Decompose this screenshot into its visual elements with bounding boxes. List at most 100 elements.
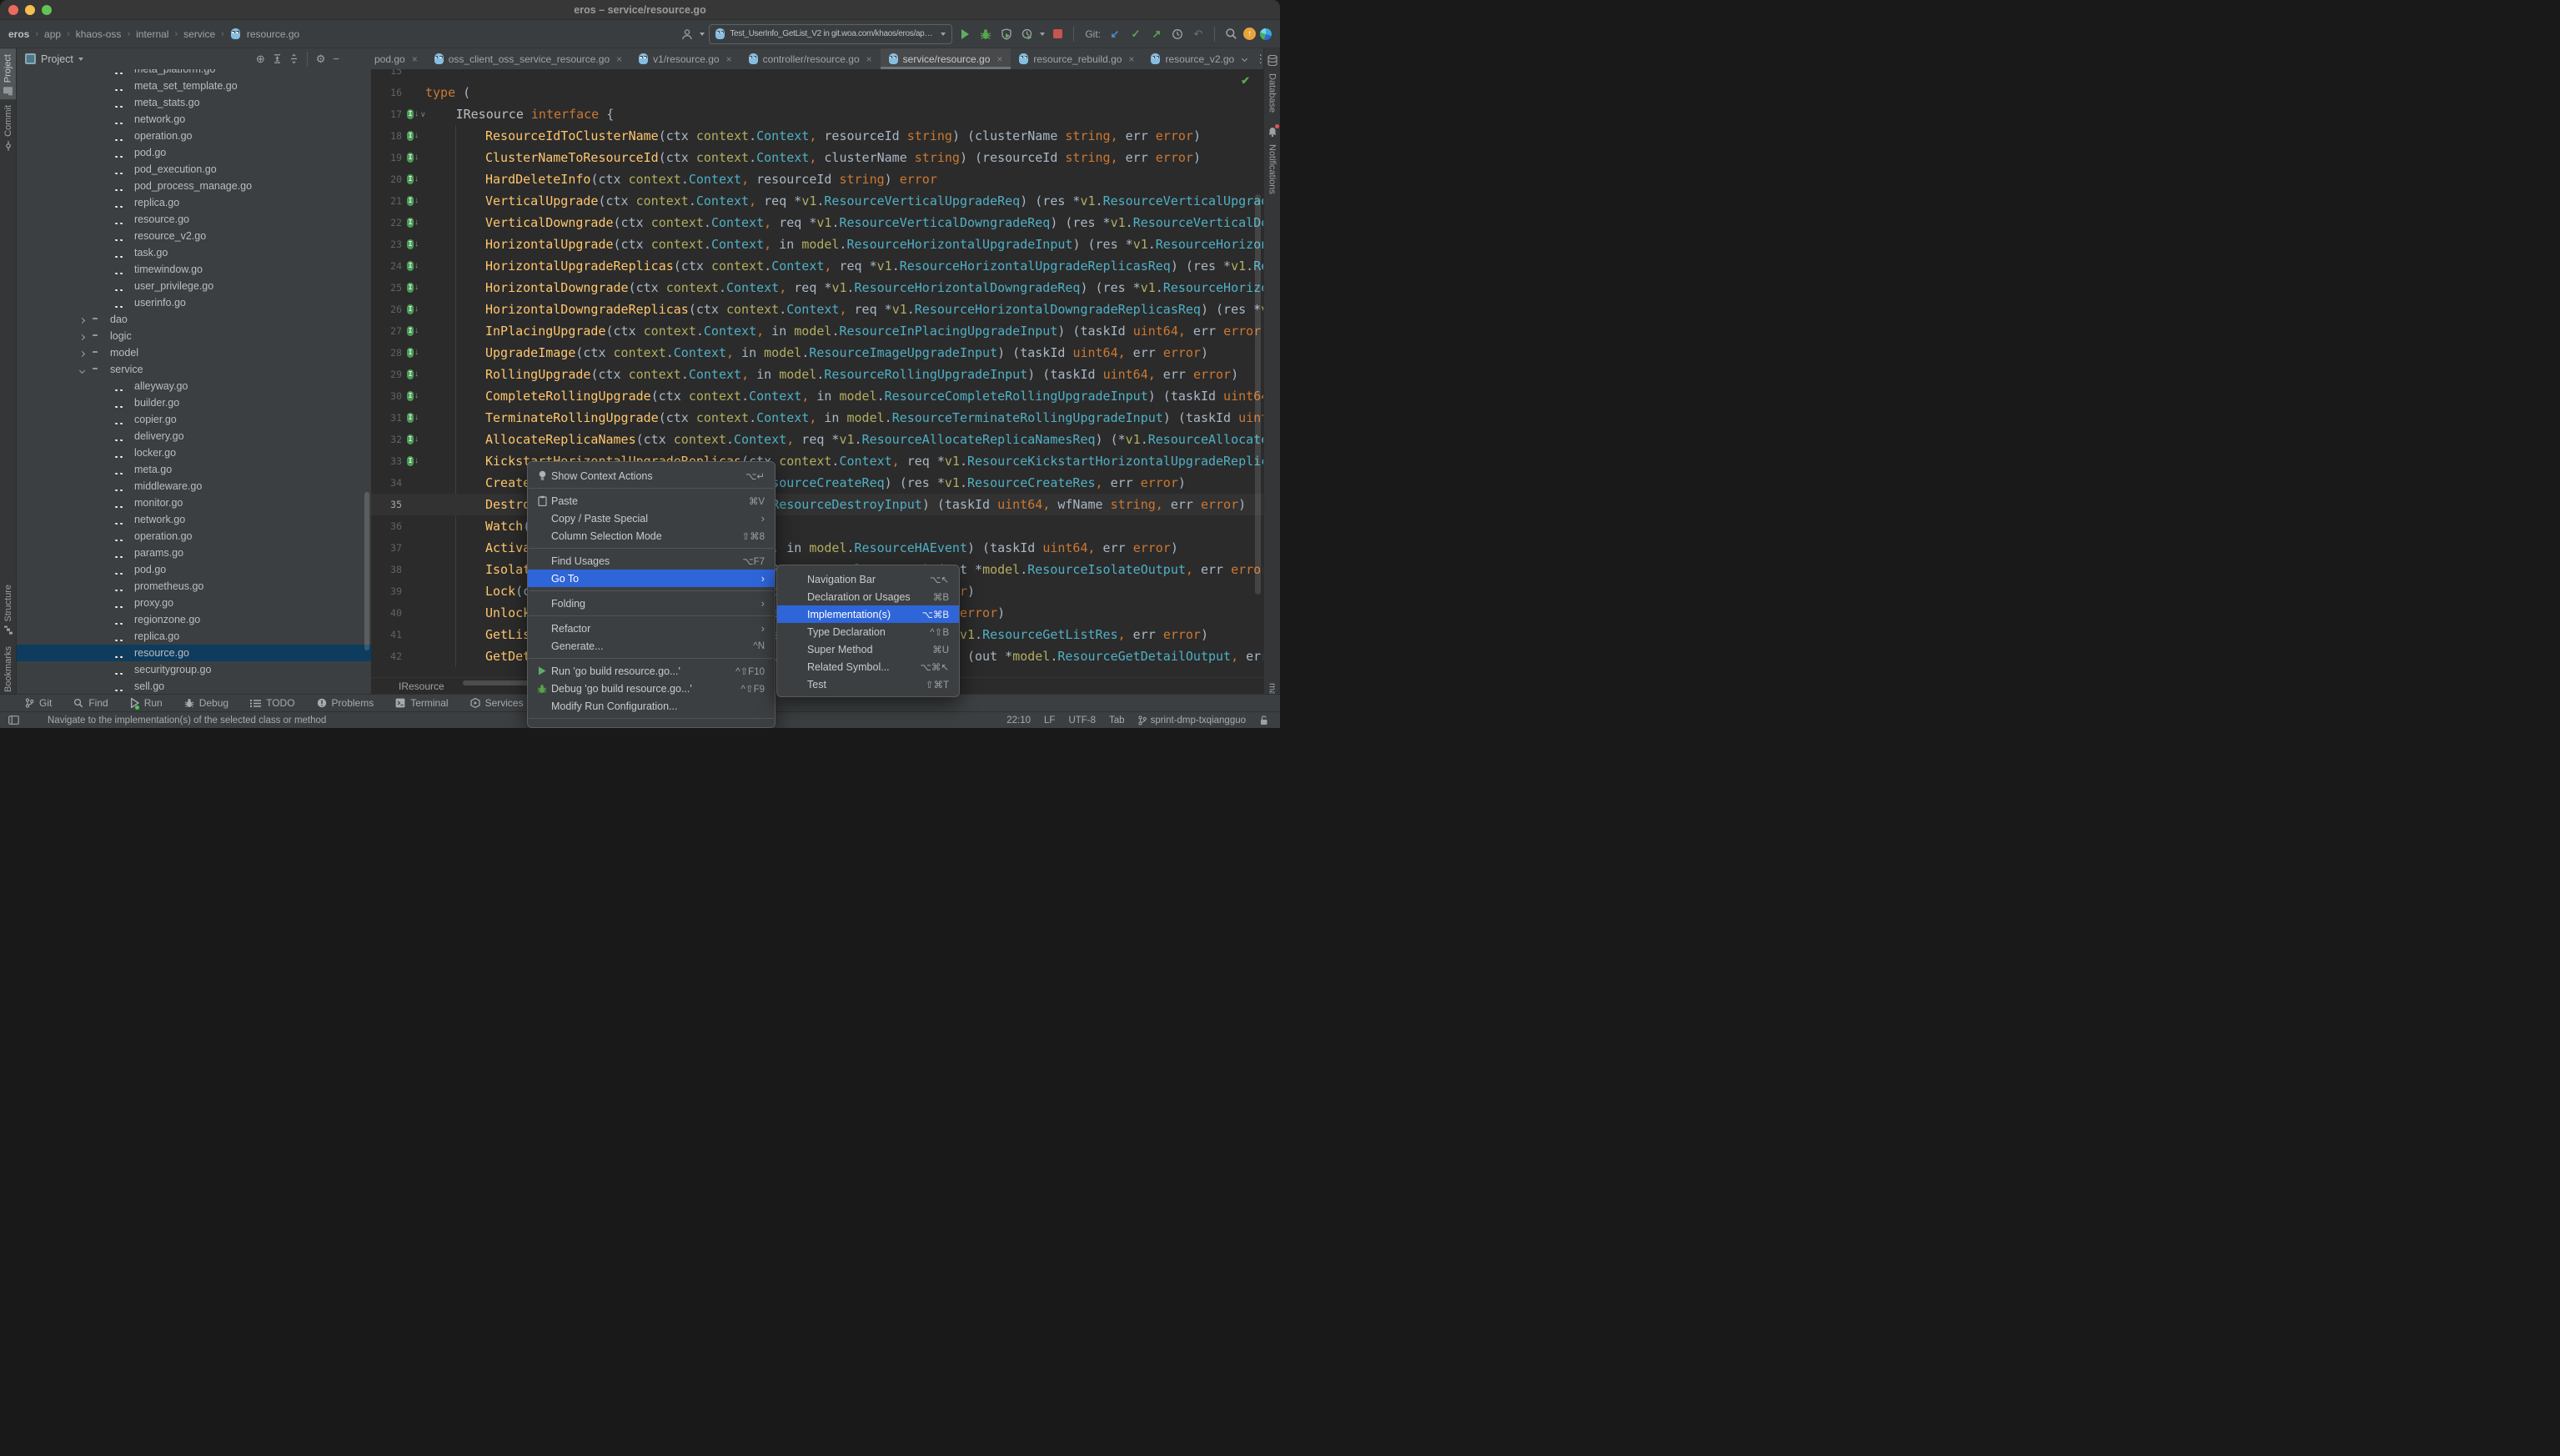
implemented-gutter-icon[interactable]: I — [407, 196, 414, 206]
expand-all-icon[interactable] — [273, 54, 282, 63]
chevron-right-icon[interactable] — [80, 347, 84, 359]
file-encoding[interactable]: UTF-8 — [1068, 715, 1096, 725]
implemented-gutter-icon[interactable]: I — [407, 283, 414, 293]
tree-item-regionzone-go[interactable]: regionzone.go — [17, 611, 371, 628]
breadcrumb-item[interactable]: internal — [136, 28, 168, 40]
implemented-gutter-icon[interactable]: I — [407, 239, 414, 249]
menu-item-find-usages[interactable]: Find Usages⌥F7 — [528, 552, 775, 570]
hidden-tabs-icon[interactable] — [1242, 56, 1247, 62]
git-push-icon[interactable]: ↗ — [1148, 25, 1165, 43]
editor-tab[interactable]: resource_v2.go — [1142, 48, 1242, 69]
git-update-icon[interactable]: ↙ — [1107, 25, 1123, 43]
tree-item-user_privilege-go[interactable]: user_privilege.go — [17, 278, 371, 294]
tree-item-logic[interactable]: logic — [17, 328, 371, 344]
tree-item-task-go[interactable]: task.go — [17, 244, 371, 261]
implemented-gutter-icon[interactable]: I — [407, 261, 414, 271]
gear-icon[interactable]: ⚙ — [316, 53, 326, 66]
chevron-right-icon[interactable] — [80, 314, 84, 325]
editor-breadcrumb[interactable]: IResource — [399, 680, 444, 692]
code-line-15[interactable]: 15 — [371, 69, 1263, 82]
indent-style[interactable]: Tab — [1109, 715, 1125, 725]
tool-window-button-find[interactable]: Find — [73, 697, 108, 709]
tool-window-button-terminal[interactable]: Terminal — [395, 697, 448, 709]
implemented-gutter-icon[interactable]: I — [407, 218, 414, 228]
tree-item-pod_execution-go[interactable]: pod_execution.go — [17, 161, 371, 178]
implemented-gutter-icon[interactable]: I — [407, 434, 414, 444]
project-scrollbar[interactable] — [364, 492, 369, 650]
chevron-right-icon[interactable] — [80, 330, 84, 342]
tool-window-button-debug[interactable]: Debug — [184, 697, 228, 709]
git-branch-widget[interactable]: sprint-dmp-txqiangguo — [1138, 715, 1246, 725]
close-tab-icon[interactable]: × — [616, 53, 622, 65]
cursor-position[interactable]: 22:10 — [1006, 715, 1031, 725]
chevron-down-icon[interactable] — [80, 364, 84, 375]
implemented-gutter-icon[interactable]: I — [407, 456, 414, 466]
tree-item-network-go[interactable]: network.go — [17, 111, 371, 128]
minimize-window-button[interactable] — [25, 5, 35, 15]
breadcrumb-item[interactable]: app — [44, 28, 61, 40]
menu-item-run-go-build-resource-go[interactable]: Run 'go build resource.go...'^⇧F10 — [528, 662, 775, 680]
user-profile-icon[interactable] — [679, 25, 695, 43]
editor-tab[interactable]: resource_rebuild.go× — [1011, 48, 1142, 69]
code-line-16[interactable]: 16type ( — [371, 82, 1263, 103]
breadcrumb-item[interactable]: khaos-oss — [76, 28, 122, 40]
tree-item-network-go[interactable]: network.go — [17, 511, 371, 528]
close-tab-icon[interactable]: × — [996, 53, 1002, 65]
menu-item-super-method[interactable]: Super Method⌘U — [777, 640, 959, 658]
implemented-gutter-icon[interactable]: I — [407, 391, 414, 401]
profiler-button[interactable] — [1019, 25, 1036, 43]
code-line-25[interactable]: 25I↓HorizontalDowngrade(ctx context.Cont… — [371, 277, 1263, 299]
tree-item-pod-go[interactable]: pod.go — [17, 144, 371, 161]
line-ending[interactable]: LF — [1044, 715, 1055, 725]
menu-item-copy-paste-special[interactable]: Copy / Paste Special› — [528, 510, 775, 527]
search-everywhere-icon[interactable] — [1222, 25, 1239, 43]
window-layout-icon[interactable] — [8, 715, 19, 725]
code-line-17[interactable]: 17I↓∨IResource interface { — [371, 103, 1263, 125]
chevron-down-icon[interactable] — [700, 33, 705, 36]
code-line-36[interactable]: 36Watch(ctx context.Context) error — [371, 515, 1263, 537]
menu-item-paste[interactable]: Paste⌘V — [528, 492, 775, 510]
code-line-30[interactable]: 30I↓CompleteRollingUpgrade(ctx context.C… — [371, 385, 1263, 407]
breadcrumb-item[interactable]: eros — [8, 28, 29, 40]
code-line-29[interactable]: 29I↓RollingUpgrade(ctx context.Context, … — [371, 364, 1263, 385]
tree-item-prometheus-go[interactable]: prometheus.go — [17, 578, 371, 595]
implemented-gutter-icon[interactable]: I — [407, 326, 414, 336]
tree-item-operation-go[interactable]: operation.go — [17, 528, 371, 545]
project-panel-title[interactable]: Project — [41, 53, 73, 65]
code-line-28[interactable]: 28I↓UpgradeImage(ctx context.Context, in… — [371, 342, 1263, 364]
menu-item-test[interactable]: Test⇧⌘T — [777, 675, 959, 693]
chevron-down-icon[interactable] — [1040, 33, 1045, 36]
menu-item-declaration-or-usages[interactable]: Declaration or Usages⌘B — [777, 588, 959, 605]
implemented-gutter-icon[interactable]: I — [407, 369, 414, 379]
tree-item-params-go[interactable]: params.go — [17, 545, 371, 561]
tree-item-monitor-go[interactable]: monitor.go — [17, 495, 371, 511]
close-tab-icon[interactable]: × — [726, 53, 732, 65]
tree-item-alleyway-go[interactable]: alleyway.go — [17, 378, 371, 394]
close-window-button[interactable] — [8, 5, 18, 15]
code-line-34[interactable]: 34Create(ctx context.Context, req *v1.Re… — [371, 472, 1263, 494]
tree-item-meta-go[interactable]: meta.go — [17, 461, 371, 478]
code-line-22[interactable]: 22I↓VerticalDowngrade(ctx context.Contex… — [371, 212, 1263, 233]
database-icon[interactable] — [1267, 48, 1277, 68]
code-with-me-icon[interactable] — [1260, 28, 1272, 40]
tool-stripe-commit[interactable]: Commit — [3, 99, 13, 157]
tree-item-userinfo-go[interactable]: userinfo.go — [17, 294, 371, 311]
tree-item-operation-go[interactable]: operation.go — [17, 128, 371, 144]
maximize-window-button[interactable] — [42, 5, 52, 15]
tree-item-meta_set_template-go[interactable]: meta_set_template.go — [17, 78, 371, 94]
tree-item-proxy-go[interactable]: proxy.go — [17, 595, 371, 611]
select-opened-file-icon[interactable]: ⊕ — [256, 53, 265, 66]
update-available-icon[interactable]: ↑ — [1243, 28, 1256, 40]
tool-stripe-project[interactable]: Project — [0, 48, 16, 99]
code-line-23[interactable]: 23I↓HorizontalUpgrade(ctx context.Contex… — [371, 233, 1263, 255]
tree-item-meta_stats-go[interactable]: meta_stats.go — [17, 94, 371, 111]
tree-item-builder-go[interactable]: builder.go — [17, 394, 371, 411]
tree-item-sell-go[interactable]: sell.go — [17, 678, 371, 694]
implemented-gutter-icon[interactable]: I — [407, 413, 414, 423]
tree-item-locker-go[interactable]: locker.go — [17, 444, 371, 461]
menu-item-generate[interactable]: Generate...^N — [528, 637, 775, 655]
tree-item-model[interactable]: model — [17, 344, 371, 361]
run-button[interactable] — [956, 25, 973, 43]
stop-button[interactable] — [1049, 25, 1066, 43]
editor-tab[interactable]: pod.go× — [371, 48, 426, 69]
